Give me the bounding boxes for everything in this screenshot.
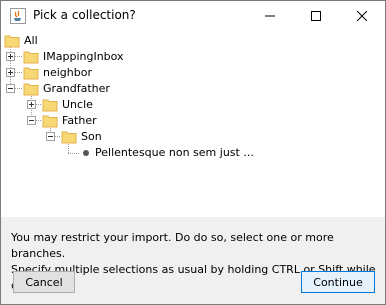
folder-icon	[23, 51, 39, 64]
folder-icon	[4, 35, 20, 48]
tree-node-father[interactable]: Father	[42, 113, 97, 129]
tree-node-label: Father	[62, 114, 97, 127]
tree-node-uncle[interactable]: Uncle	[42, 97, 93, 113]
footer-panel: You may restrict your import. Do do so, …	[1, 217, 385, 304]
close-icon	[357, 11, 367, 21]
folder-icon	[23, 83, 39, 96]
tree-node-label: neighbor	[43, 66, 92, 79]
tree-node-label: Son	[81, 130, 102, 143]
folder-icon	[23, 67, 39, 80]
expand-toggle[interactable]	[6, 52, 15, 61]
tree-node-grandfather[interactable]: Grandfather	[23, 81, 110, 97]
maximize-icon	[311, 11, 321, 21]
folder-icon	[42, 115, 58, 128]
leaf-bullet-icon	[83, 150, 89, 156]
folder-icon	[61, 131, 77, 144]
collapse-toggle[interactable]	[46, 132, 55, 141]
instructions-line: You may restrict your import. Do do so, …	[11, 231, 334, 260]
tree-node-label: Pellentesque non sem just ...	[95, 146, 254, 159]
tree-connector	[68, 153, 80, 154]
tree-node-label: Grandfather	[43, 82, 110, 95]
tree-node-all[interactable]: All	[4, 33, 38, 49]
tree-connector	[15, 56, 23, 57]
tree-node-son[interactable]: Son	[61, 129, 102, 145]
expand-toggle[interactable]	[6, 68, 15, 77]
tree-connector	[15, 72, 23, 73]
collapse-toggle[interactable]	[27, 116, 36, 125]
tree-connector	[15, 88, 23, 89]
tree-node-label: Uncle	[62, 98, 93, 111]
tree-node-label: All	[24, 34, 38, 47]
minimize-icon	[265, 15, 275, 17]
minimize-button[interactable]	[247, 1, 293, 31]
cancel-button[interactable]: Cancel	[13, 271, 75, 293]
tree-node-imappinginbox[interactable]: IMappingInbox	[23, 49, 124, 65]
dialog-window: Pick a collection? All IMappingInbox nei…	[0, 0, 386, 305]
continue-button[interactable]: Continue	[301, 271, 375, 293]
collapse-toggle[interactable]	[6, 84, 15, 93]
tree-node-leaf[interactable]: Pellentesque non sem just ...	[93, 145, 254, 161]
collection-tree[interactable]: All IMappingInbox neighbor Grandfather U…	[1, 31, 385, 217]
window-title: Pick a collection?	[33, 8, 136, 22]
expand-toggle[interactable]	[27, 100, 36, 109]
tree-node-neighbor[interactable]: neighbor	[23, 65, 92, 81]
folder-icon	[42, 99, 58, 112]
close-button[interactable]	[339, 1, 385, 31]
tree-node-label: IMappingInbox	[43, 50, 124, 63]
title-bar[interactable]: Pick a collection?	[1, 1, 385, 31]
java-app-icon	[10, 8, 26, 24]
maximize-button[interactable]	[293, 1, 339, 31]
